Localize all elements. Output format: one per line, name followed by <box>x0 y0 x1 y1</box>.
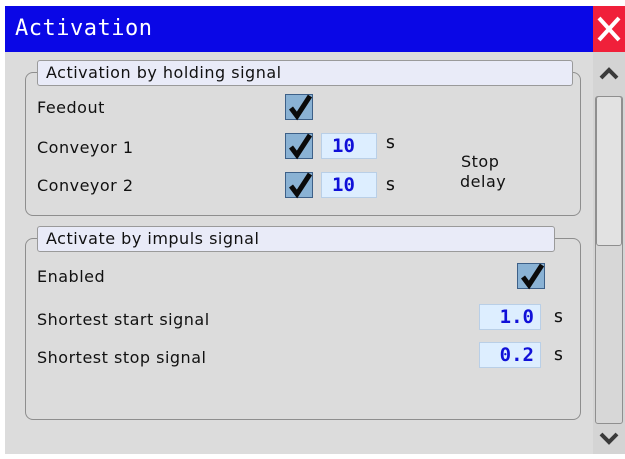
shortest-stop-unit: s <box>553 344 564 365</box>
stop-delay-label-line2: delay <box>460 172 507 191</box>
holding-signal-title: Activation by holding signal <box>37 60 573 86</box>
vertical-scrollbar[interactable] <box>593 52 625 454</box>
conveyor1-delay-field[interactable]: 10 <box>321 133 377 159</box>
shortest-stop-field[interactable]: 0.2 <box>479 342 541 368</box>
checkmark-icon <box>289 133 313 160</box>
shortest-start-unit: s <box>553 306 564 327</box>
feedout-label: Feedout <box>37 98 105 117</box>
checkmark-icon <box>289 94 313 121</box>
checkmark-icon <box>521 263 545 290</box>
scroll-up-button[interactable] <box>595 60 623 86</box>
conveyor2-unit: s <box>385 174 396 195</box>
shortest-stop-label: Shortest stop signal <box>37 348 207 367</box>
checkmark-icon <box>289 172 313 199</box>
content-panel: Activation by holding signal Feedout Con… <box>5 52 593 454</box>
stop-delay-label-line1: Stop <box>461 152 500 171</box>
conveyor2-checkbox[interactable] <box>285 172 313 199</box>
feedout-checkbox[interactable] <box>285 94 313 121</box>
conveyor2-delay-field[interactable]: 10 <box>321 172 377 198</box>
impuls-signal-title: Activate by impuls signal <box>37 226 555 252</box>
conveyor1-checkbox[interactable] <box>285 133 313 160</box>
close-icon <box>597 16 621 42</box>
chevron-down-icon <box>599 432 619 445</box>
conveyor1-unit: s <box>385 132 396 153</box>
window-title: Activation <box>15 16 153 41</box>
title-bar: Activation <box>5 6 593 52</box>
enabled-checkbox[interactable] <box>517 263 545 290</box>
enabled-label: Enabled <box>37 267 106 286</box>
conveyor1-label: Conveyor 1 <box>37 138 134 157</box>
shortest-start-field[interactable]: 1.0 <box>479 304 541 330</box>
scroll-thumb[interactable] <box>596 96 622 246</box>
shortest-start-label: Shortest start signal <box>37 310 210 329</box>
conveyor2-label: Conveyor 2 <box>37 176 134 195</box>
close-button[interactable] <box>593 6 625 52</box>
chevron-up-icon <box>599 67 619 80</box>
scroll-down-button[interactable] <box>595 426 623 452</box>
